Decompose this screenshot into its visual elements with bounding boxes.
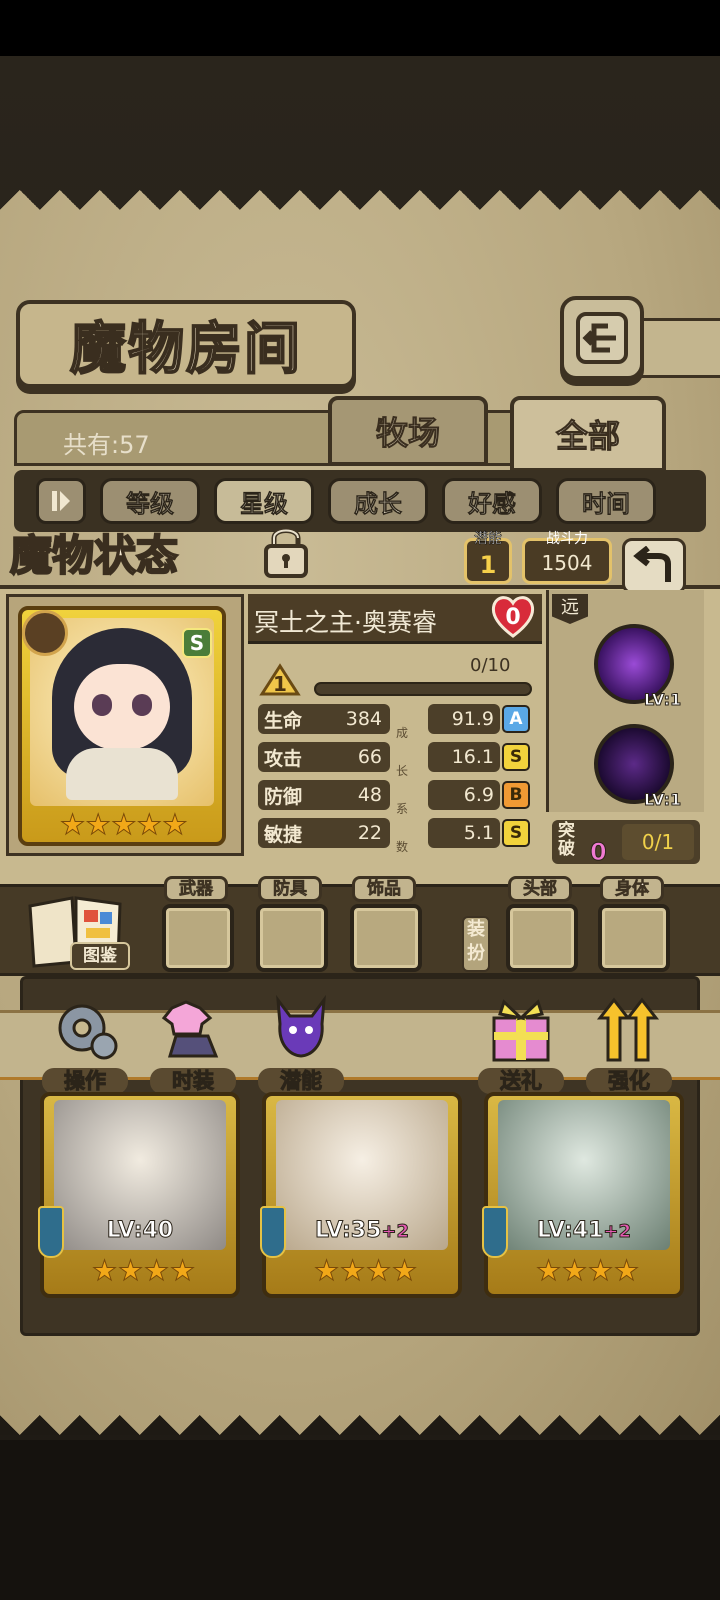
star-icon: ★ [85, 808, 111, 841]
torn-edge-bottom [0, 1395, 720, 1435]
torn-edge-top [0, 190, 720, 230]
gear-icon [50, 994, 120, 1066]
growth-defense: 6.9 [428, 780, 500, 810]
accessory-slot[interactable] [350, 904, 422, 972]
exp-text: 0/10 [470, 655, 511, 676]
outfit-icon [158, 994, 228, 1066]
star-icon: ★ [111, 808, 137, 841]
equip-slot-label: 身体 [600, 876, 664, 902]
skill-level: LV:1 [643, 690, 682, 710]
monster-card[interactable]: LV:41+2 ★ ★ ★ ★ [482, 1092, 684, 1298]
back-arrow-icon [576, 312, 628, 364]
upgrade-arrows-icon [594, 994, 664, 1066]
monster-name: 冥土之主·奥赛睿 [254, 608, 437, 637]
grade-badge: S [502, 743, 530, 771]
grade-badge: A [502, 705, 530, 733]
pause-sort-icon [52, 491, 70, 511]
card-stars: ★ ★ ★ ★ [536, 1254, 640, 1287]
equip-slot-label: 武器 [164, 876, 228, 902]
card-stars: ★ ★ ★ ★ [92, 1254, 196, 1287]
stat-defense: 防御 48 [258, 780, 390, 810]
star-icon: ★ [162, 808, 188, 841]
growth-label-char: 系 [396, 802, 409, 816]
padlock-icon[interactable] [256, 522, 316, 580]
tab-all[interactable]: 全部 [510, 396, 666, 472]
rank-badge: S [182, 628, 212, 658]
gift-icon [486, 994, 556, 1066]
affinity-heart-icon: 0 [490, 594, 536, 638]
equip-slot-label: 头部 [508, 876, 572, 902]
sort-growth-button[interactable]: 成长 [328, 478, 428, 524]
action-outfit[interactable]: 时装 [148, 994, 238, 1094]
growth-agility: 5.1 [428, 818, 500, 848]
demon-icon [266, 994, 336, 1066]
monster-card[interactable]: LV:40 ★ ★ ★ ★ [38, 1092, 240, 1298]
grade-badge: B [502, 781, 530, 809]
body-slot[interactable] [598, 904, 670, 972]
star-icon: ★ [60, 808, 86, 841]
character-eye [92, 694, 112, 716]
skill-level: LV:1 [643, 790, 682, 810]
svg-text:0: 0 [505, 605, 520, 630]
level-badge: 1 [258, 662, 302, 698]
class-mountain-icon [22, 610, 68, 656]
break-label: 突破 [558, 821, 575, 859]
tab-farm[interactable]: 牧场 [328, 396, 488, 466]
monster-count: 共有:57 [63, 431, 150, 459]
armor-slot[interactable] [256, 904, 328, 972]
return-button[interactable] [622, 538, 686, 594]
action-upgrade[interactable]: 强化 [584, 994, 674, 1094]
book-label: 图鉴 [70, 942, 130, 970]
break-count: 0 [590, 838, 608, 867]
growth-label-char: 数 [396, 840, 409, 854]
sort-order-toggle[interactable] [36, 478, 86, 524]
action-gift[interactable]: 送礼 [476, 994, 566, 1094]
monster-card[interactable]: LV:35+2 ★ ★ ★ ★ [260, 1092, 462, 1298]
stat-hp: 生命 384 [258, 704, 390, 734]
equip-slot-label: 饰品 [352, 876, 416, 902]
combat-power-display: 战斗力 1504 [522, 531, 612, 584]
character-eye [132, 694, 152, 716]
head-slot[interactable] [506, 904, 578, 972]
sort-affinity-button[interactable]: 好感 [442, 478, 542, 524]
monster-stars: ★ ★ ★ ★ ★ [60, 808, 188, 844]
page-title: 魔物房间 [69, 315, 302, 383]
page-title-plate: 魔物房间 [16, 300, 356, 388]
character-face [74, 664, 170, 750]
back-strip [640, 318, 720, 378]
stat-attack: 攻击 66 [258, 742, 390, 772]
sort-time-button[interactable]: 时间 [556, 478, 656, 524]
grade-badge: S [502, 819, 530, 847]
return-arrow-icon [633, 546, 671, 582]
svg-text:1: 1 [273, 672, 287, 696]
sort-stars-button[interactable]: 星级 [214, 478, 314, 524]
growth-hp: 91.9 [428, 704, 500, 734]
growth-label-char: 长 [396, 764, 409, 778]
exp-bar [314, 682, 532, 696]
card-stars: ★ ★ ★ ★ [314, 1254, 418, 1287]
equip-slot-label: 防具 [258, 876, 322, 902]
growth-attack: 16.1 [428, 742, 500, 772]
sort-level-button[interactable]: 等级 [100, 478, 200, 524]
character-body [66, 748, 178, 800]
growth-label-char: 成 [396, 726, 409, 740]
action-operate[interactable]: 操作 [40, 994, 130, 1094]
status-panel-title: 魔物状态 [9, 530, 179, 581]
dressup-label: 装扮 [462, 916, 490, 972]
status-bar [0, 0, 720, 56]
back-button[interactable] [560, 296, 644, 380]
break-value[interactable]: 0/1 [622, 824, 694, 860]
stat-agility: 敏捷 22 [258, 818, 390, 848]
action-potential[interactable]: 潜能 [256, 994, 346, 1094]
potential-display: 潜能 1 [464, 531, 512, 584]
weapon-slot[interactable] [162, 904, 234, 972]
star-icon: ★ [136, 808, 162, 841]
